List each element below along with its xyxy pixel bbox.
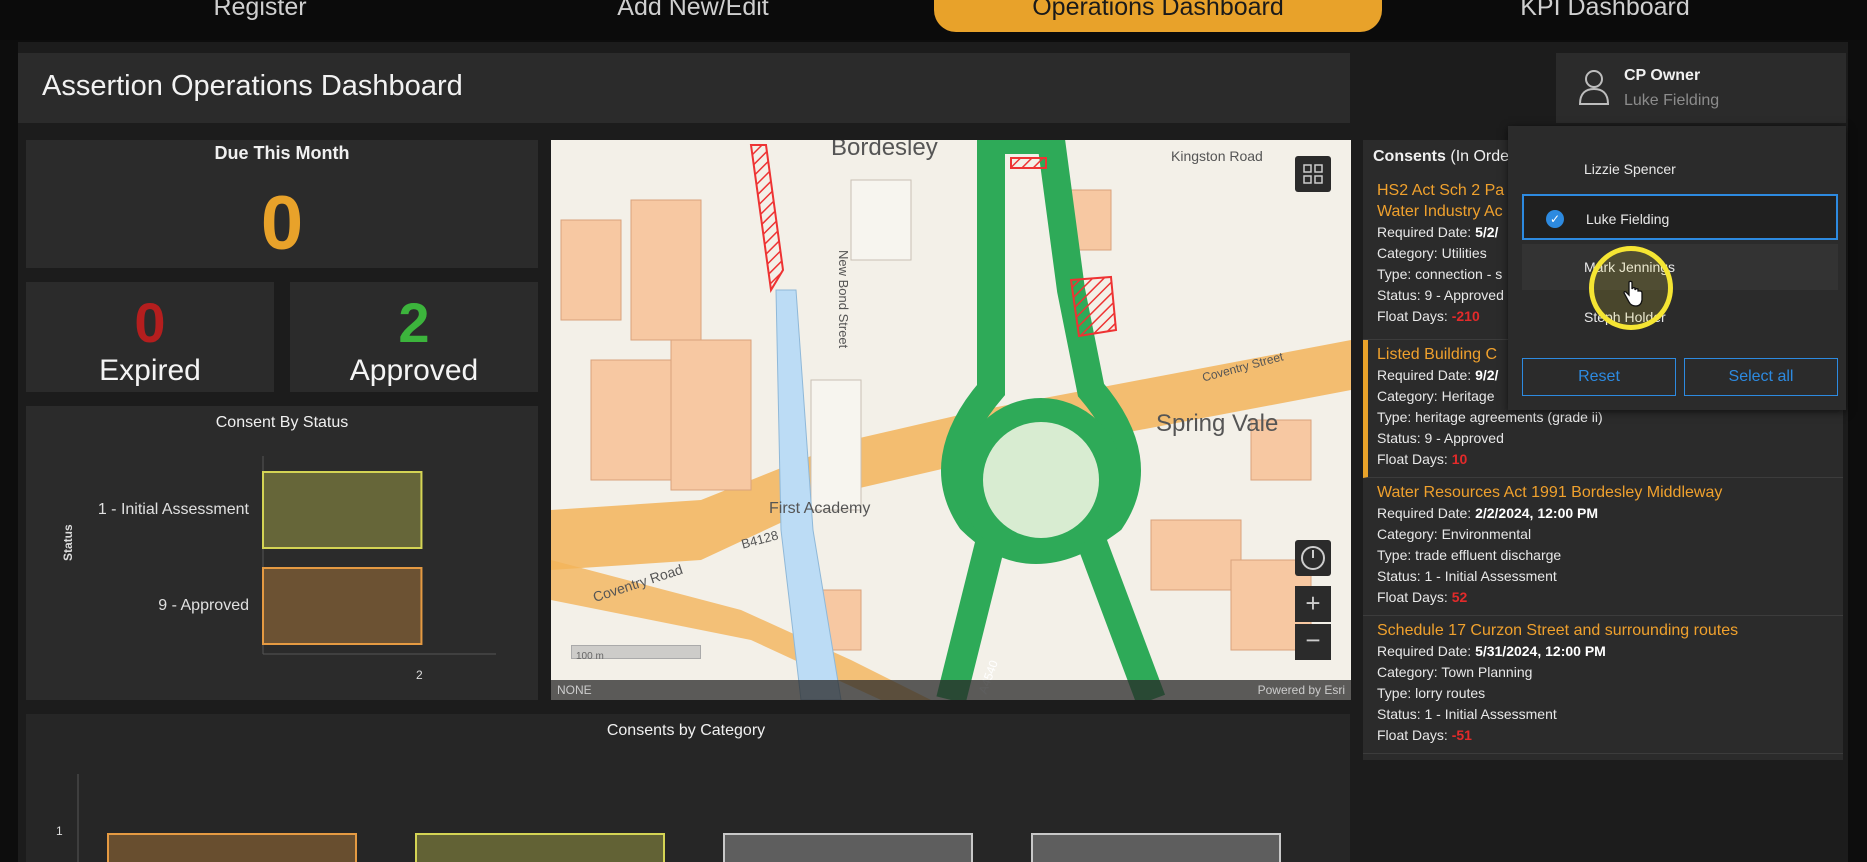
option-label: Lizzie Spencer [1584, 161, 1676, 177]
status-bar[interactable] [262, 471, 423, 549]
map-label-new-bond-street: New Bond Street [836, 250, 851, 349]
reset-button[interactable]: Reset [1522, 358, 1676, 396]
tab-register[interactable]: Register [170, 0, 350, 32]
category-bar[interactable] [107, 833, 357, 862]
map-home-button[interactable] [1295, 540, 1331, 576]
map-label-spring-vale: Spring Vale [1156, 410, 1279, 437]
status-chart-plot: 1 - Initial Assessment 9 - Approved [98, 456, 496, 655]
map-zoom-out-button[interactable]: − [1295, 624, 1331, 660]
category-bar[interactable] [415, 833, 665, 862]
option-label: Luke Fielding [1586, 211, 1670, 227]
qr-grid-icon [1303, 164, 1323, 184]
minus-icon: − [1305, 625, 1321, 655]
select-all-button[interactable]: Select all [1684, 358, 1838, 396]
owner-option-mark-jennings[interactable]: Mark Jennings [1522, 244, 1838, 290]
consent-status: Status: 1 - Initial Assessment [1377, 706, 1557, 722]
consent-required-date: Required Date: 5/31/2024, 12:00 PM [1377, 643, 1606, 659]
owner-option-luke-fielding[interactable]: ✓ Luke Fielding [1522, 194, 1838, 240]
tab-kpi-dashboard[interactable]: KPI Dashboard [1505, 0, 1705, 32]
owner-option-steph-holder[interactable]: Steph Holder [1522, 294, 1838, 340]
map-label-first-academy: First Academy [769, 500, 871, 517]
category-chart-tick: 1 [56, 824, 63, 838]
approved-card: 2 Approved [290, 282, 538, 392]
plus-icon: + [1305, 588, 1321, 618]
due-this-month-card: Due This Month 0 [26, 140, 538, 268]
owner-value: Luke Fielding [1624, 92, 1720, 109]
page-title: Assertion Operations Dashboard [42, 70, 463, 102]
user-icon [1578, 70, 1610, 105]
category-bar[interactable] [1031, 833, 1281, 862]
expired-card: 0 Expired [26, 282, 274, 392]
map-zoom-in-button[interactable]: + [1295, 586, 1331, 622]
consent-title: Water Resources Act 1991 Bordesley Middl… [1377, 484, 1723, 501]
expired-label: Expired [99, 354, 201, 387]
tab-operations-dashboard[interactable]: Operations Dashboard [934, 0, 1382, 32]
approved-label: Approved [349, 354, 479, 387]
status-chart-tick: 2 [416, 668, 423, 682]
consent-status: Status: 1 - Initial Assessment [1377, 568, 1557, 584]
consent-category: Category: Town Planning [1377, 664, 1533, 680]
consent-float-days: Float Days: 10 [1377, 451, 1468, 467]
expired-value: 0 [134, 291, 166, 354]
compass-icon [1301, 546, 1325, 570]
owner-option-lizzie-spencer[interactable]: Lizzie Spencer [1522, 146, 1838, 192]
due-this-month-label: Due This Month [214, 143, 350, 163]
map-label-kingston-road: Kingston Road [1171, 148, 1263, 164]
category-chart-plot [77, 774, 1281, 862]
map-scale-bar: 100 m [571, 645, 701, 662]
consent-float-days: Float Days: -51 [1377, 727, 1472, 743]
consent-required-date: Required Date: 2/2/2024, 12:00 PM [1377, 505, 1599, 521]
consent-type: Type: lorry routes [1377, 685, 1486, 701]
consents-heading-suffix: (In Orde [1450, 148, 1510, 165]
approved-value: 2 [398, 291, 430, 354]
map-basemap-label: NONE [557, 683, 592, 697]
consent-type: Type: heritage agreements (grade ii) [1377, 409, 1603, 425]
map-scale-label: 100 m [576, 651, 604, 662]
list-item[interactable]: Water Resources Act 1991 Bordesley Middl… [1363, 478, 1843, 616]
map-layer-toggle-button[interactable] [1295, 156, 1331, 192]
map-label-bordesley: Bordesley [831, 140, 938, 161]
top-navigation: Register Add New/Edit Operations Dashboa… [0, 0, 1867, 40]
map-view[interactable]: Bordesley Kingston Road Spring Vale Firs… [551, 140, 1351, 700]
consent-title: Schedule 17 Curzon Street and surroundin… [1377, 622, 1739, 639]
consent-type: Type: trade effluent discharge [1377, 547, 1562, 563]
check-circle-icon: ✓ [1546, 210, 1564, 228]
due-this-month-value: 0 [260, 181, 304, 266]
category-bar[interactable] [723, 833, 973, 862]
map-footer: NONE Powered by Esri [551, 680, 1351, 700]
owner-label: CP Owner [1624, 67, 1701, 84]
owner-dropdown: Lizzie Spencer ✓ Luke Fielding Mark Jenn… [1508, 126, 1846, 410]
owner-selector[interactable]: CP Owner Luke Fielding [1556, 53, 1846, 123]
consent-category: Category: Environmental [1377, 526, 1532, 542]
consents-by-category-chart: Consents by Category 1 [26, 714, 1350, 862]
consent-float-days: Float Days: 52 [1377, 589, 1468, 605]
tab-add-new-edit[interactable]: Add New/Edit [593, 0, 793, 32]
consents-heading-text: Consents [1373, 148, 1446, 165]
status-category-label: 9 - Approved [158, 597, 249, 614]
consent-by-status-chart: Consent By Status Status 1 - Initial Ass… [26, 406, 538, 700]
list-item[interactable]: Schedule 17 Curzon Street and surroundin… [1363, 616, 1843, 754]
consent-status: Status: 9 - Approved [1377, 430, 1504, 446]
status-bar[interactable] [262, 567, 423, 645]
map-attribution: Powered by Esri [1257, 683, 1345, 697]
status-category-label: 1 - Initial Assessment [98, 501, 250, 518]
hand-cursor-icon [1623, 280, 1643, 307]
consents-heading: Consents (In Orde [1373, 148, 1509, 166]
